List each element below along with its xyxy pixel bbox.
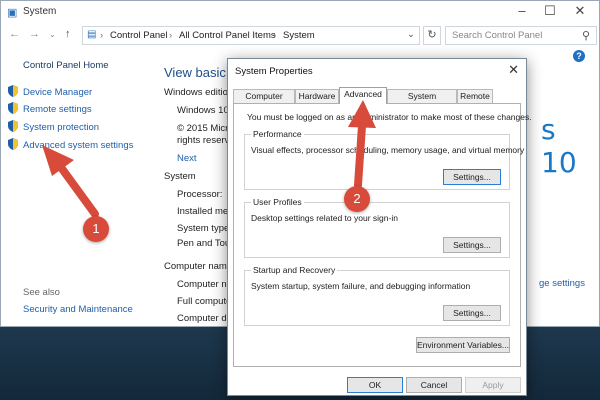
step-marker-2: 2	[344, 186, 370, 212]
annotation-arrows	[42, 100, 376, 218]
arrow-2	[348, 100, 376, 189]
step-marker-1: 1	[83, 216, 109, 242]
arrow-1	[42, 145, 99, 218]
